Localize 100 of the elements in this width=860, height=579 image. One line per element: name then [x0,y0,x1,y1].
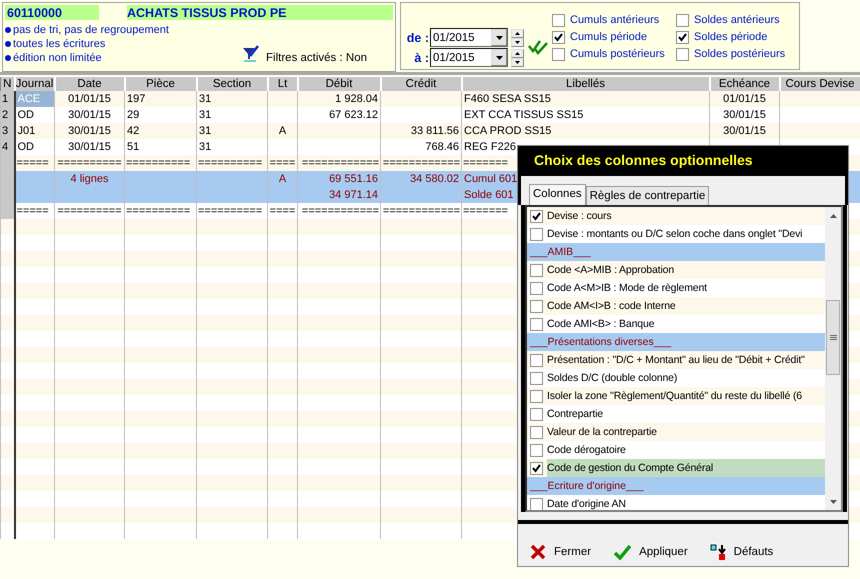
list-item[interactable]: Date d'origine AN [547,495,825,510]
table-cell: ========== [124,155,196,171]
caret-up-icon [515,32,520,34]
column-header: Section [196,77,268,91]
caret-down-icon [496,36,502,40]
checkbox[interactable] [552,14,565,26]
row-number: 1 [0,91,14,107]
checkbox-label: Cumuls antérieurs [570,14,660,26]
dropdown-button[interactable] [491,49,507,66]
checkbox[interactable] [530,498,543,510]
table-cell: ========== [196,203,268,219]
checkbox[interactable] [530,282,543,294]
spin-button[interactable] [511,28,524,46]
dropdown-button[interactable] [491,29,507,46]
table-cell: 31 [196,139,268,155]
close-icon [530,544,546,560]
table-cell: ============ [380,203,462,219]
table-cell: A [268,123,298,139]
table-cell: 1 928.04 [298,91,380,107]
account-title: ACHATS TISSUS PROD PE [126,6,288,20]
column-header: Date [54,77,124,91]
bullet-icon [5,55,11,61]
column-header: Débit [298,77,380,91]
bullet-icon [5,41,11,47]
date-dropdown[interactable]: 01/2015 [430,48,508,67]
caret-down-icon [515,60,520,64]
checkbox[interactable] [552,30,565,44]
checkbox[interactable] [530,228,543,240]
filter-icon [242,45,260,63]
bullet-icon [5,27,11,33]
checkbox[interactable] [530,210,543,222]
list-item[interactable]: Code dérogatoire [547,441,825,459]
section-header: ___AMIB___ [527,243,825,261]
table-cell: 30/01/15 [54,139,124,155]
checkbox[interactable] [530,318,543,330]
filter-status: Filtres activés : Non [266,52,367,64]
table-cell: 34 971.14 [298,187,380,203]
checkbox[interactable] [530,264,543,276]
list-item[interactable]: Code A<M>IB : Mode de règlement [547,279,825,297]
caret-up-icon [515,52,520,54]
checkbox[interactable] [530,372,543,384]
column-header: Crédit [380,77,462,91]
table-cell: 31 [196,91,268,107]
option-text: toutes les écritures [13,38,106,50]
checkbox[interactable] [530,354,543,366]
table-cell: ==== [268,203,298,219]
row-number: 4 [0,139,14,155]
list-item[interactable]: Contrepartie [547,405,825,423]
checkbox-label: Soldes antérieurs [694,14,780,26]
table-cell: ============ [298,203,380,219]
tab[interactable]: Règles de contrepartie [586,186,710,205]
checkbox[interactable] [530,462,543,474]
spin-button[interactable] [511,48,524,66]
scroll-down-icon [830,500,836,504]
checkbox[interactable] [676,30,689,44]
table-cell: ===== [14,203,54,219]
account-number: 60110000 [6,6,63,20]
column-header: Lt [268,77,298,91]
checkbox[interactable] [552,48,565,60]
scrollbar[interactable] [825,207,841,510]
grip-icon [830,334,836,340]
column-header: N [0,77,14,91]
table-cell: 29 [124,107,196,123]
table-cell: 67 623.12 [298,107,380,123]
column-header: Pièce [124,77,196,91]
dialog-title: Choix des colonnes optionnelles [518,146,848,176]
table-cell: ACE [14,91,54,107]
scrollbar-thumb[interactable] [826,300,840,375]
table-cell: ============ [380,155,462,171]
table-cell: 4 lignes [54,171,124,187]
checkbox[interactable] [530,408,543,420]
list-item[interactable]: Devise : montants ou D/C selon coche dans onglet "Devi [547,225,825,243]
column-header: Echéance [710,77,780,91]
tab[interactable]: Colonnes [529,184,586,205]
checkbox-label: Soldes période [694,31,768,43]
list-item[interactable]: Code de gestion du Compte Général [547,459,825,477]
table-cell: 51 [124,139,196,155]
date-dropdown[interactable]: 01/2015 [430,28,508,47]
table-cell: 01/01/15 [54,91,124,107]
table-cell: OD [14,107,54,123]
table-cell: 33 811.56 [380,123,462,139]
check-icon [613,544,632,560]
list-item[interactable]: Code AMI<B> : Banque [547,315,825,333]
period-label: à : [413,50,429,64]
table-cell: EXT CCA TISSUS SS15 [462,107,710,123]
column-header: Libellés [462,77,710,91]
checkbox[interactable] [530,390,543,402]
table-cell: 42 [124,123,196,139]
checkbox[interactable] [676,48,689,60]
squares-arrow-icon [710,544,726,560]
checkbox[interactable] [530,426,543,438]
caret-down-icon [496,56,502,60]
table-cell: ========== [196,155,268,171]
checkbox[interactable] [530,300,543,312]
list-item[interactable]: Soldes D/C (double colonne) [547,369,825,387]
option-text: édition non limitée [13,52,102,64]
table-cell: ==== [268,155,298,171]
checkbox[interactable] [530,444,543,456]
table-cell: 31 [196,107,268,123]
checkbox[interactable] [676,14,689,26]
